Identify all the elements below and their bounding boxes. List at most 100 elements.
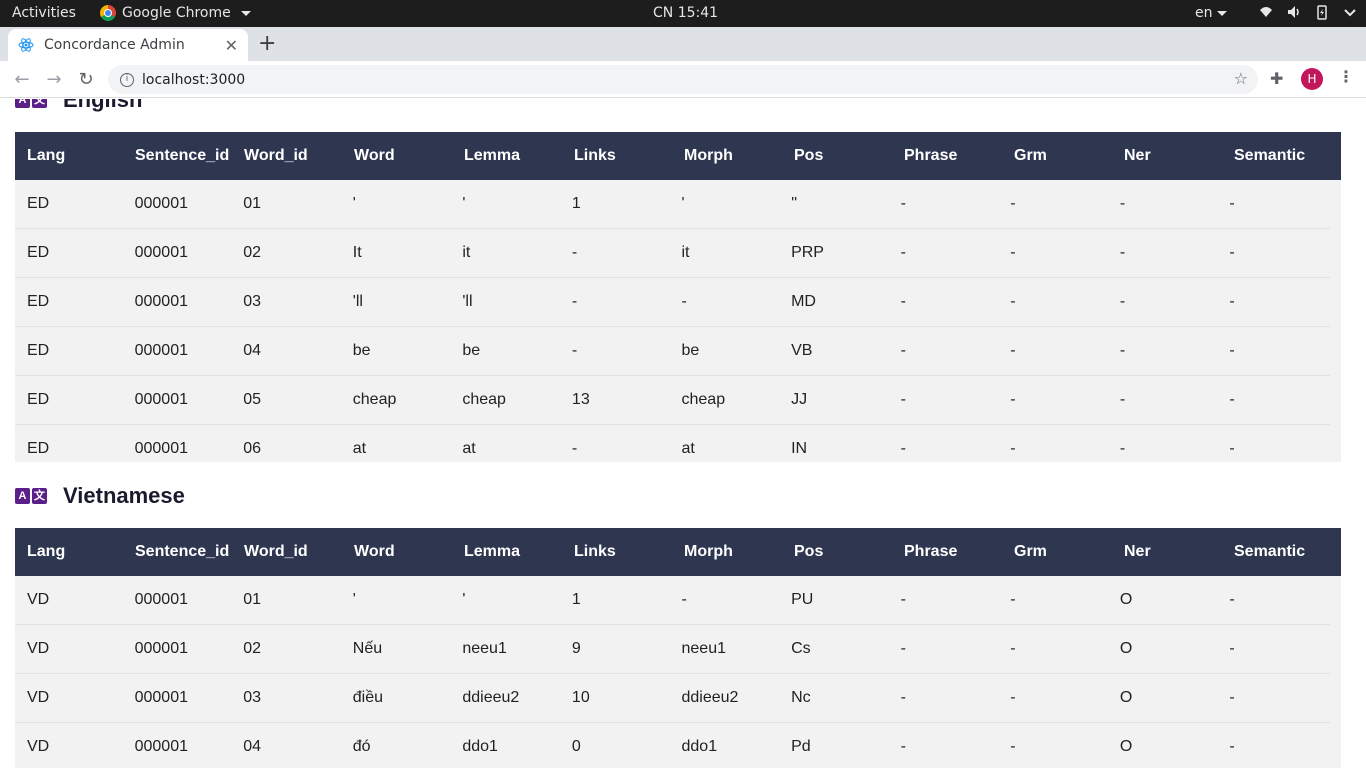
column-header-phrase: Phrase: [904, 543, 958, 560]
cell-grm: -: [1010, 342, 1016, 359]
activities-button[interactable]: Activities: [12, 5, 76, 21]
clock[interactable]: CN 15:41: [653, 5, 718, 21]
table-row: VD 000001 01 ' ' 1 - PU - - O -: [15, 576, 1330, 625]
bookmark-star-icon[interactable]: ☆: [1234, 69, 1248, 88]
new-tab-button[interactable]: +: [258, 32, 276, 56]
power-menu-icon: [1344, 9, 1356, 17]
cell-pos: MD: [791, 293, 816, 310]
reload-button[interactable]: ↻: [70, 69, 102, 90]
address-bar[interactable]: i localhost:3000 ☆: [108, 65, 1258, 94]
table-row: ED 000001 06 at at - at IN - - - -: [15, 425, 1330, 462]
cell-word-id: 01: [243, 195, 261, 212]
cell-morph: it: [681, 244, 690, 261]
english-section-title: A文 English: [15, 99, 142, 113]
cell-phrase: -: [900, 738, 906, 755]
translate-icon: A文: [15, 488, 47, 504]
cell-ner: O: [1119, 640, 1133, 657]
app-menu[interactable]: Google Chrome: [100, 5, 251, 21]
column-header-grm: Grm: [1014, 147, 1047, 164]
profile-avatar[interactable]: H: [1301, 68, 1323, 90]
site-info-icon[interactable]: i: [120, 72, 134, 87]
cell-sentence-id: 000001: [134, 591, 188, 608]
cell-pos: Pd: [791, 738, 811, 755]
cell-links: 0: [571, 738, 581, 755]
cell-lemma: it: [462, 244, 471, 261]
input-language-menu[interactable]: en: [1195, 5, 1227, 21]
cell-semantic: -: [1229, 689, 1235, 706]
cell-phrase: -: [900, 244, 906, 261]
cell-sentence-id: 000001: [134, 640, 188, 657]
table-header: Lang Sentence_id Word_id Word Lemma Links Morp…: [15, 528, 1341, 576]
chevron-down-icon: [240, 10, 251, 16]
column-header-sentence-id: Sentence_id: [135, 147, 230, 164]
cell-semantic: -: [1229, 640, 1235, 657]
cell-lemma: at: [462, 440, 476, 457]
cell-lemma: be: [462, 342, 481, 359]
cell-semantic: -: [1229, 738, 1235, 755]
cell-morph: neeu1: [681, 640, 727, 657]
cell-lemma: neeu1: [462, 640, 507, 657]
cell-word-id: 02: [243, 244, 261, 261]
cell-word: ': [352, 195, 356, 212]
table-header: Lang Sentence_id Word_id Word Lemma Links Morp…: [15, 132, 1341, 180]
vietnamese-table: Lang Sentence_id Word_id Word Lemma Links Morp…: [15, 528, 1341, 768]
english-table: Lang Sentence_id Word_id Word Lemma Links Morp…: [15, 132, 1341, 462]
cell-lang: ED: [27, 440, 50, 457]
cell-word: It: [352, 244, 362, 261]
system-tray[interactable]: [1258, 4, 1358, 20]
column-header-sentence-id: Sentence_id: [135, 543, 230, 560]
cell-sentence-id: 000001: [134, 738, 188, 755]
cell-semantic: -: [1229, 244, 1235, 261]
cell-lemma: ddo1: [462, 738, 498, 755]
column-header-lemma: Lemma: [464, 543, 521, 560]
cell-word: điều: [352, 689, 384, 706]
cell-word: ': [352, 591, 356, 608]
extensions-puzzle-icon[interactable]: ✚: [1270, 69, 1283, 88]
cell-pos: JJ: [791, 391, 808, 408]
cell-sentence-id: 000001: [134, 293, 188, 310]
cell-pos: VB: [791, 342, 813, 359]
cell-pos: Cs: [791, 640, 811, 657]
cell-semantic: -: [1229, 195, 1235, 212]
cell-word-id: 04: [243, 342, 261, 359]
battery-icon: [1317, 5, 1327, 20]
back-button[interactable]: ←: [6, 69, 38, 90]
table-row: ED 000001 01 ' ' 1 ' '' - - - -: [15, 180, 1330, 229]
tab-strip: Concordance Admin ✕ +: [0, 27, 1366, 61]
cell-word-id: 03: [243, 689, 261, 706]
cell-sentence-id: 000001: [134, 342, 188, 359]
column-header-word: Word: [354, 147, 395, 164]
cell-semantic: -: [1229, 342, 1235, 359]
forward-button[interactable]: →: [38, 69, 70, 90]
cell-lang: ED: [27, 391, 50, 408]
chrome-menu-icon[interactable]: ⋮: [1338, 67, 1354, 86]
table-row: VD 000001 04 đó ddo1 0 ddo1 Pd - - O -: [15, 723, 1330, 768]
cell-links: -: [571, 244, 578, 261]
cell-lemma: ddieeu2: [462, 689, 520, 706]
cell-pos: PRP: [791, 244, 824, 261]
cell-links: 1: [571, 195, 581, 212]
column-header-pos: Pos: [794, 147, 824, 164]
cell-lemma: ': [462, 591, 466, 608]
cell-ner: -: [1119, 342, 1126, 359]
cell-word: đó: [352, 738, 371, 755]
cell-ner: O: [1119, 738, 1133, 755]
cell-morph: -: [681, 591, 687, 608]
cell-word-id: 06: [243, 440, 261, 457]
cell-phrase: -: [900, 640, 906, 657]
column-header-ner: Ner: [1124, 147, 1151, 164]
column-header-semantic: Semantic: [1234, 543, 1306, 560]
close-tab-icon[interactable]: ✕: [225, 36, 238, 55]
cell-grm: -: [1010, 591, 1016, 608]
cell-links: 1: [571, 591, 581, 608]
system-top-bar: Activities Google Chrome CN 15:41 en: [0, 0, 1366, 27]
page-scrollbar[interactable]: [1341, 99, 1366, 768]
cell-morph: -: [681, 293, 687, 310]
cell-ner: -: [1119, 293, 1126, 310]
tab-concordance-admin[interactable]: Concordance Admin ✕: [8, 29, 248, 61]
cell-lemma: cheap: [462, 391, 506, 408]
cell-word-id: 04: [243, 738, 261, 755]
cell-pos: IN: [791, 440, 808, 457]
section-heading: Vietnamese: [63, 483, 185, 508]
column-header-lemma: Lemma: [464, 147, 521, 164]
